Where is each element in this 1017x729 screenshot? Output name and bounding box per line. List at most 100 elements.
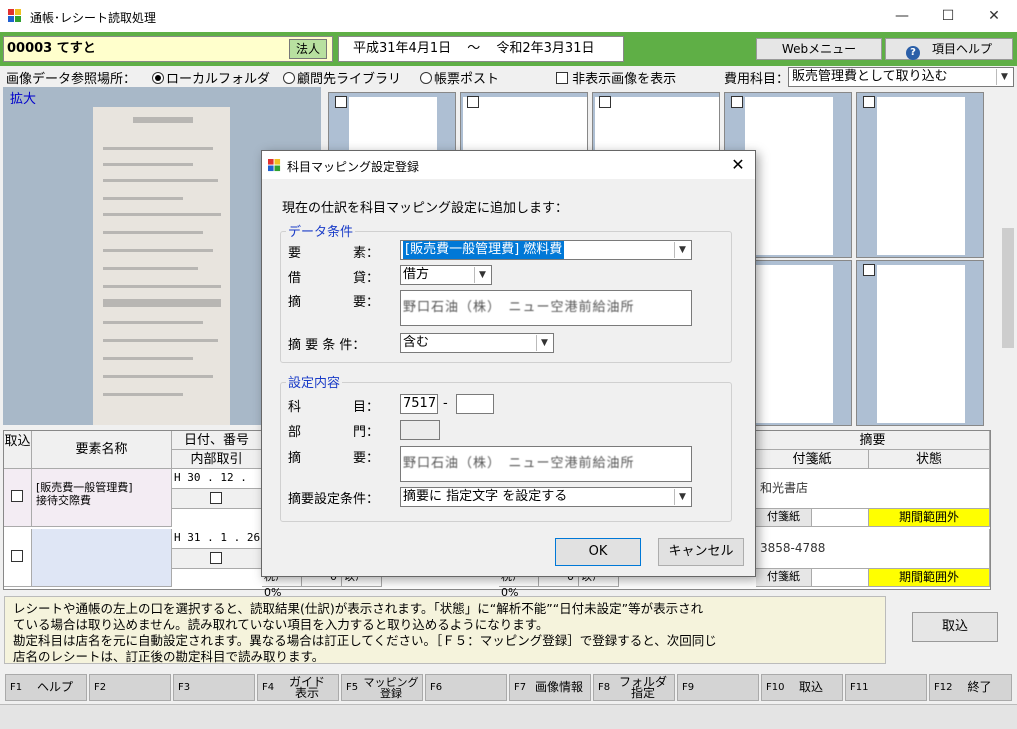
fkey-f2[interactable]: F2 [89,674,171,701]
account-sub-input[interactable] [456,394,494,414]
checkbox-icon[interactable] [467,96,479,108]
cancel-button[interactable]: キャンセル [658,538,744,566]
thumbnail[interactable] [856,260,984,426]
instruction-message: レシートや通帳の左上の口を選択すると、読取結果(仕訳)が表示されます。「状態」に… [4,596,886,664]
debit-label: 借 貸： [288,271,380,286]
row-date[interactable]: H 31 . 1 . 26 [172,529,262,549]
table-row [4,469,32,527]
row-element [32,529,172,587]
condition-label: 摘 要 条 件： [288,338,366,353]
checkbox-icon[interactable] [863,96,875,108]
chevron-down-icon: ▼ [996,69,1012,85]
fkey-f10[interactable]: F10 取込 [761,674,843,701]
internal-checkbox[interactable] [210,492,222,504]
source-radio-library[interactable]: 顧問先ライブラリ [283,68,401,87]
setcond-label: 摘要設定条件： [288,492,380,507]
data-condition-title: データ条件 [286,221,356,240]
chevron-down-icon: ▼ [674,242,690,258]
internal-checkbox[interactable] [210,552,222,564]
fkey-f5[interactable]: F5 マッピング 登録 [341,674,423,701]
row-internal [172,489,262,509]
item-help-button[interactable]: ? 項目ヘルプ [885,38,1013,60]
scrollbar-thumb[interactable] [1002,228,1014,348]
chevron-down-icon: ▼ [674,489,690,505]
summary-input[interactable]: 野口石油（株） ニュー空港前給油所 [400,290,692,326]
row-element: [販売費一般管理費] 接待交際費 [32,469,172,527]
fkey-f3[interactable]: F3 [173,674,255,701]
fkey-f12[interactable]: F12 終了 [929,674,1012,701]
company-field: 00003 てすと [3,36,333,62]
app-icon [8,9,21,22]
period-field: 平成31年4月1日 〜 令和2年3月31日 [338,36,624,62]
account-label: 科 目： [288,400,380,415]
fkey-f11[interactable]: F11 [845,674,927,701]
checkbox-icon[interactable] [599,96,611,108]
fkey-f6[interactable]: F6 [425,674,507,701]
period-start: 平成31年4月1日 [353,41,452,56]
row-summary[interactable]: 3858-4788 [756,529,990,569]
chevron-down-icon: ▼ [474,267,490,283]
maximize-button[interactable]: ☐ [925,0,971,32]
fkey-f9[interactable]: F9 [677,674,759,701]
header-summary: 摘要 [756,431,990,450]
row-summary[interactable]: 和光書店 [756,469,990,509]
company-type-badge: 法人 [289,39,327,59]
close-button[interactable]: ✕ [971,0,1017,32]
radio-unchecked-icon [283,72,295,84]
element-select[interactable]: [販売費一般管理費] 燃料費 ▼ [400,240,692,260]
status-badge: 期間範囲外 [869,509,990,527]
period-separator: 〜 [467,41,481,56]
web-menu-button[interactable]: Webメニュー [756,38,882,60]
account-code-input[interactable]: 7517 [400,394,438,414]
receipt-image [93,107,230,425]
summary2-input[interactable]: 野口石油（株） ニュー空港前給油所 [400,446,692,482]
dialog-intro: 現在の仕訳を科目マッピング設定に追加します： [282,201,569,216]
debit-select[interactable]: 借方 ▼ [400,265,492,285]
source-radio-local[interactable]: ローカルフォルダ [152,68,270,87]
mapping-dialog: 科目マッピング設定登録 ✕ 現在の仕訳を科目マッピング設定に追加します： データ… [261,150,756,577]
dialog-title: 科目マッピング設定登録 [287,160,420,174]
condition-select[interactable]: 含む ▼ [400,333,554,353]
import-button[interactable]: 取込 [912,612,998,642]
header-internal: 内部取引 [172,450,262,469]
summary-label: 摘 要： [288,295,380,310]
fkey-f4[interactable]: F4 ガイド 表示 [257,674,339,701]
sticky-button[interactable]: 付箋紙 [756,569,812,587]
thumbnail[interactable] [856,92,984,258]
fkey-f8[interactable]: F8 フォルダ 指定 [593,674,675,701]
account-dash: - [443,396,448,411]
radio-unchecked-icon [420,72,432,84]
row-import-checkbox[interactable] [11,550,23,562]
checkbox-icon[interactable] [863,264,875,276]
dept-label: 部 門： [288,425,380,440]
header-sticky: 付箋紙 [756,450,869,469]
help-icon: ? [905,46,920,60]
sticky-button[interactable]: 付箋紙 [756,509,812,527]
source-label: 画像データ参照場所： [6,72,137,87]
hidden-images-checkbox[interactable]: 非表示画像を表示 [556,68,676,87]
fkey-f1[interactable]: F1 ヘルプ [5,674,87,701]
settings-title: 設定内容 [286,372,343,391]
row-date[interactable]: H 30 . 12 . 24 [172,469,262,502]
setcond-select[interactable]: 摘要に 指定文字 を設定する ▼ [400,487,692,507]
checkbox-icon[interactable] [335,96,347,108]
header-date: 日付、番号 [172,431,262,450]
status-bar [0,704,1017,729]
ok-button[interactable]: OK [555,538,641,566]
checkbox-icon [556,72,568,84]
app-icon [268,159,281,172]
header-import: 取込 [4,431,32,469]
cost-select[interactable]: 販売管理費として取り込む ▼ [788,67,1014,87]
header-status: 状態 [869,450,990,469]
element-label: 要 素： [288,246,380,261]
source-radio-post[interactable]: 帳票ポスト [420,68,499,87]
radio-checked-icon [152,72,164,84]
checkbox-icon[interactable] [731,96,743,108]
minimize-button[interactable]: — [879,0,925,32]
row-internal [172,549,262,569]
row-import-checkbox[interactable] [11,490,23,502]
status-badge: 期間範囲外 [869,569,990,587]
dialog-close-button[interactable]: ✕ [726,155,750,175]
fkey-f7[interactable]: F7 画像情報 [509,674,591,701]
dept-input[interactable] [400,420,440,440]
